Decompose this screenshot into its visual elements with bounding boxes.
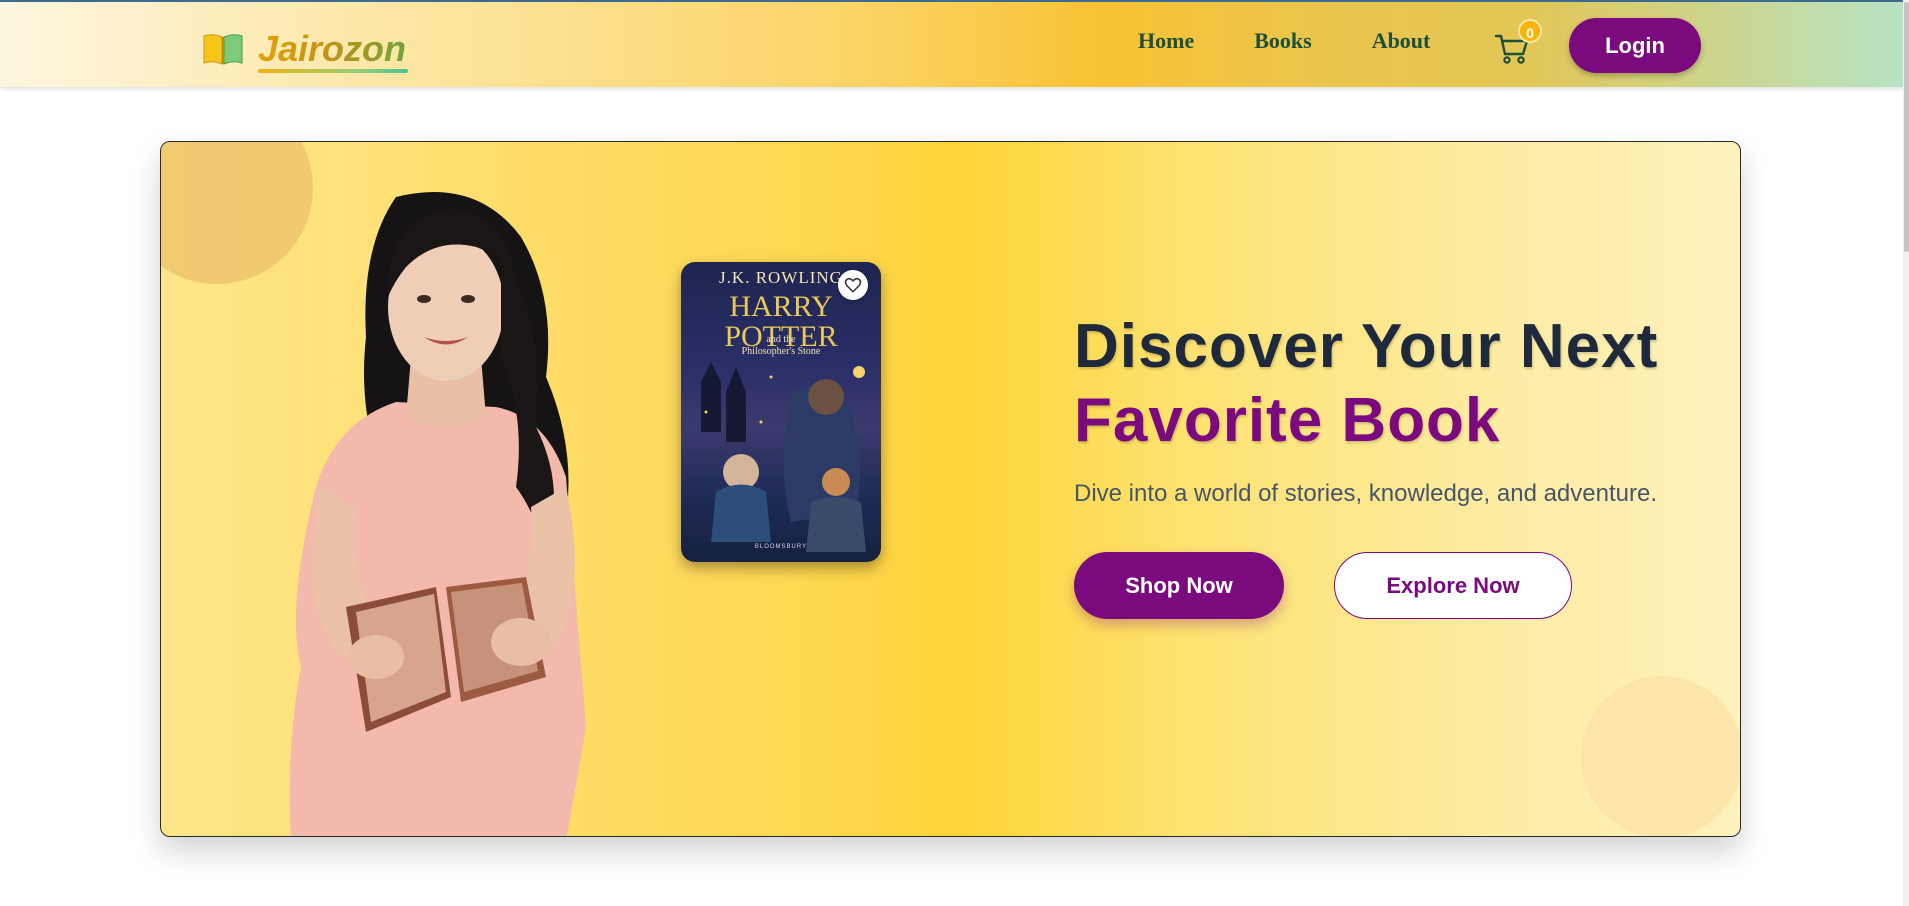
nav-links: Home Books About (1138, 28, 1430, 54)
hero-tagline: Dive into a world of stories, knowledge,… (1074, 480, 1657, 507)
scrollbar-thumb[interactable] (1904, 2, 1909, 252)
book-cover-art (701, 362, 866, 552)
brand-underline (258, 69, 408, 73)
explore-now-button[interactable]: Explore Now (1334, 552, 1572, 619)
favorite-button[interactable] (838, 270, 868, 300)
decorative-circle-bottom (1581, 676, 1740, 836)
cta-row: Shop Now Explore Now (1074, 552, 1572, 619)
featured-book-card[interactable]: J.K. ROWLING HARRY POTTER and the Philos… (681, 262, 881, 562)
woman-reading-illustration (289, 192, 586, 836)
login-button[interactable]: Login (1569, 18, 1701, 73)
cart-count-badge: 0 (1518, 19, 1542, 43)
hero-banner: J.K. ROWLING HARRY POTTER and the Philos… (160, 141, 1741, 837)
heart-icon (844, 277, 862, 293)
navbar: Jairozon Home Books About 0 Login (0, 0, 1903, 87)
book-subtitle-line2: Philosopher's Stone (741, 346, 821, 357)
book-subtitle-line1: and the (766, 334, 796, 345)
brand-name: Jairozon (258, 28, 407, 69)
book-publisher: BLOOMSBURY (754, 544, 808, 550)
brand-logo[interactable]: Jairozon (202, 24, 408, 74)
hero-text: Discover Your Next Favorite Book Dive in… (1074, 310, 1734, 619)
hero-headline-line2: Favorite Book (1074, 386, 1501, 455)
book-subtitle: and the Philosopher's Stone (681, 334, 881, 358)
open-book-icon (203, 34, 243, 65)
nav-about-link[interactable]: About (1372, 28, 1431, 54)
shop-now-button[interactable]: Shop Now (1074, 552, 1284, 619)
nav-books-link[interactable]: Books (1254, 28, 1311, 54)
nav-home-link[interactable]: Home (1138, 28, 1194, 54)
hero-headline-line1: Discover Your Next (1074, 312, 1659, 381)
